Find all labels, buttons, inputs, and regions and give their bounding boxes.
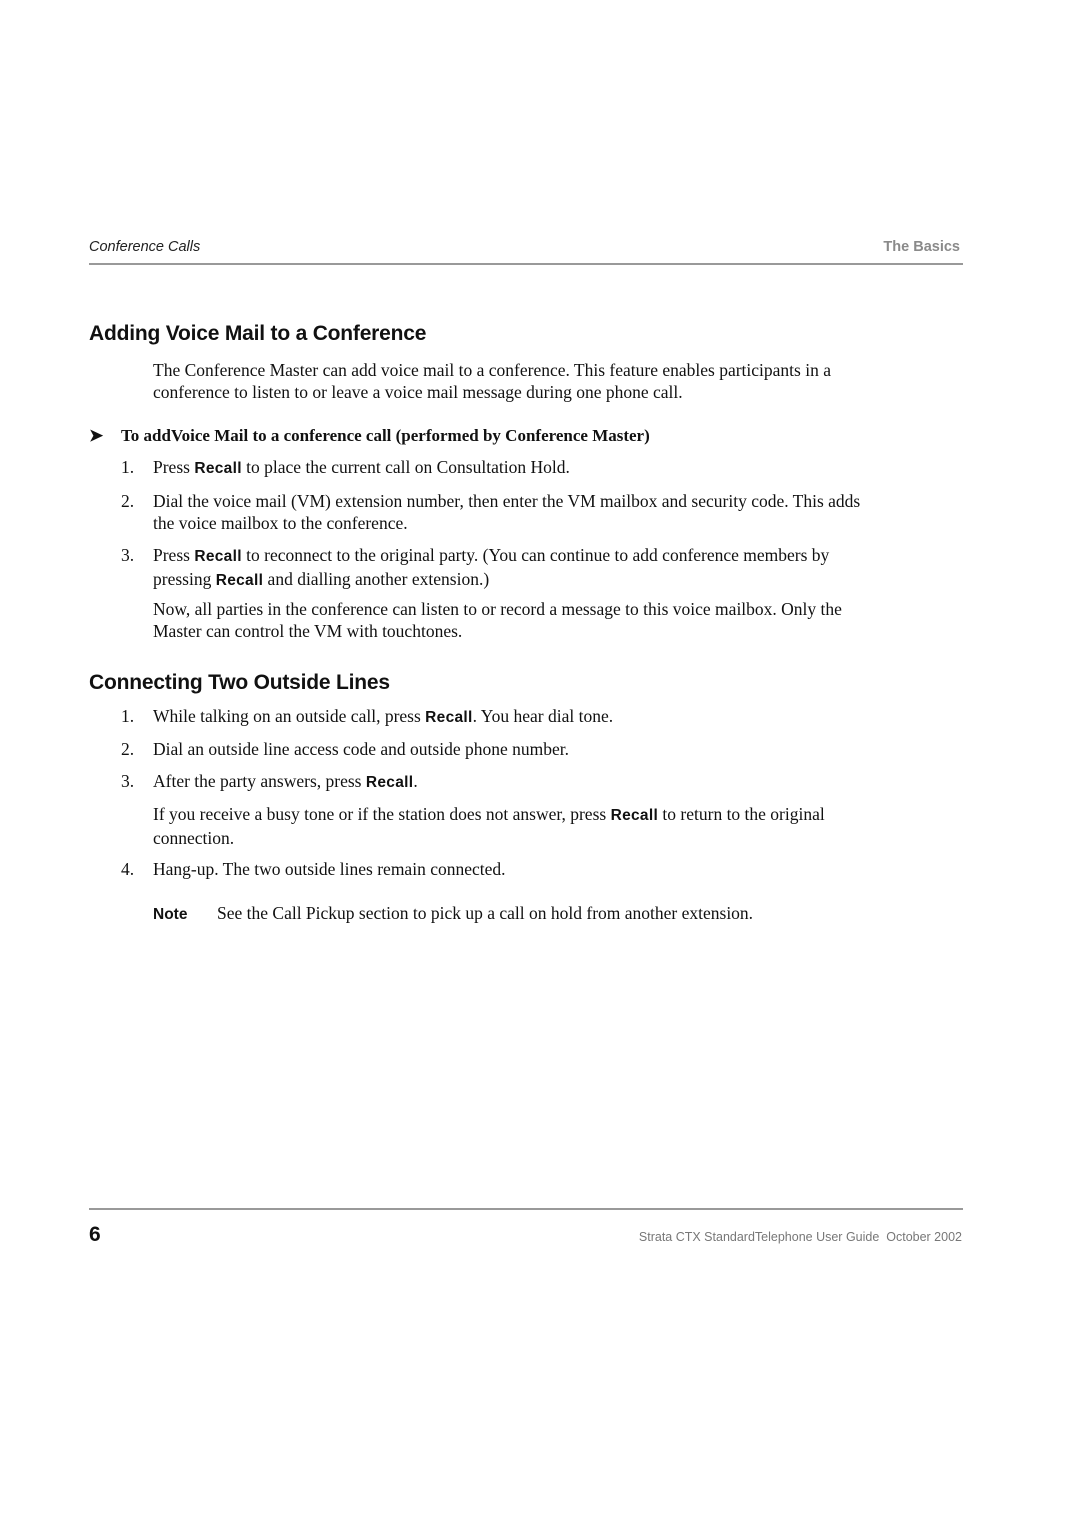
step-number: 2. (121, 739, 135, 759)
step-number: 3. (121, 545, 135, 565)
note: Note See the Call Pickup section to pick … (153, 902, 968, 926)
step-number: 2. (121, 491, 135, 511)
section-title-adding-voice-mail: Adding Voice Mail to a Conference (89, 322, 427, 345)
step-number: 3. (121, 771, 135, 791)
header-rule (89, 263, 963, 265)
section-title-connecting-lines: Connecting Two Outside Lines (89, 671, 390, 694)
step-text: Hang-up. The two outside lines remain co… (153, 859, 506, 879)
recall-key: Recall (215, 572, 264, 589)
intro-line: conference to listen to or leave a voice… (153, 382, 683, 402)
recall-key: Recall (365, 774, 414, 791)
section1-intro: The Conference Master can add voice mail… (153, 359, 968, 403)
intro-line: The Conference Master can add voice mail… (153, 360, 831, 380)
step-number: 1. (121, 457, 135, 477)
arrow-bullet-icon: ➤ (89, 426, 104, 445)
procedure-heading: ➤ To addVoice Mail to a conference call (… (89, 426, 650, 446)
running-header-chapter: Conference Calls (89, 239, 201, 255)
running-header-section: The Basics (883, 239, 960, 255)
footer-title: Strata CTX StandardTelephone User Guide … (638, 1230, 962, 1244)
step-text: After the party answers, press Recall. (153, 771, 418, 791)
footer-rule (89, 1208, 963, 1210)
step-text: Dial an outside line access code and out… (153, 739, 569, 759)
recall-key: Recall (425, 709, 473, 726)
document-page: Conference Calls The Basics Adding Voice… (0, 0, 1080, 1528)
recall-key: Recall (610, 807, 659, 824)
step-number: 4. (121, 859, 135, 879)
step-number: 1. (121, 706, 135, 726)
procedure-title: To addVoice Mail to a conference call (p… (121, 426, 650, 445)
recall-key: Recall (194, 548, 242, 565)
section1-after-text: Now, all parties in the conference can l… (153, 599, 842, 641)
step-text: Press Recall to place the current call o… (153, 457, 570, 477)
step-text: Dial the voice mail (VM) extension numbe… (153, 491, 861, 533)
step-text: While talking on an outside call, press … (153, 706, 614, 726)
note-label: Note (153, 906, 188, 923)
busy-tone-text: If you receive a busy tone or if the sta… (153, 804, 825, 848)
step-text: Press Recall to reconnect to the origina… (153, 545, 830, 589)
recall-key: Recall (194, 460, 242, 477)
note-text: See the Call Pickup section to pick up a… (217, 903, 754, 923)
page-number: 6 (89, 1223, 101, 1246)
